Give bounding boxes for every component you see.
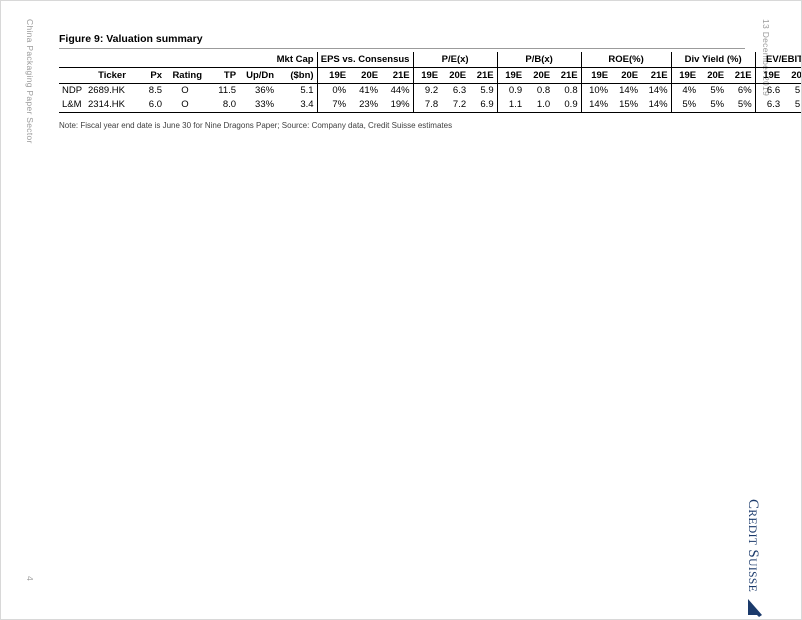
cell-mkt-cap: 3.4 [277,97,318,113]
figure-note: Note: Fiscal year end date is June 30 fo… [59,120,453,130]
group-header-mkt-cap: Mkt Cap [276,53,314,65]
cell-pe-19e: 9.2 [424,85,439,96]
col-header-ev-19e: 19E [755,66,784,84]
col-header-pb-20e: 20E [525,66,554,84]
page-number: 4 [25,576,35,581]
cell-div-21e: 5% [727,97,756,113]
col-header-pe-21e: 21E [469,66,498,84]
col-header-pe-19e: 19E [413,66,442,84]
cell-pb-21e: 0.9 [553,97,582,113]
credit-suisse-logo: CREDIT SUISSE [742,499,763,618]
col-header-mkt-cap-unit: ($bn) [277,66,318,84]
cell-rating: O [181,85,189,96]
col-header-div-20e: 20E [699,66,728,84]
col-header-div-21e: 21E [727,66,756,84]
wordmark-s: S [745,549,761,559]
cell-roe-19e: 10% [589,85,609,96]
cell-eps-21e: 44% [381,83,414,98]
running-head-sector: China Packaging Paper Sector [25,19,35,144]
cell-pb-19e: 1.1 [497,97,526,113]
cell-px: 6.0 [139,97,165,113]
cell-eps-19e: 0% [316,83,350,98]
cell-pb-20e: 0.8 [536,85,551,96]
cell-pe-20e: 7.2 [441,97,470,113]
document-page: China Packaging Paper Sector 13 December… [0,0,802,620]
cell-roe-21e: 14% [641,83,672,98]
cell-pb-21e: 0.8 [553,83,582,98]
col-header-pb-19e: 19E [497,66,526,84]
cell-div-19e: 5% [671,97,700,113]
group-header-blank [59,52,239,67]
col-header-ev-20e: 20E [783,66,801,84]
cell-eps-20e: 23% [349,97,382,113]
group-header-eps-consensus: EPS vs. Consensus [316,52,414,67]
valuation-table: Mkt Cap EPS vs. Consensus P/E(x) P/B(x) … [59,52,801,113]
cell-updn: 36% [255,85,275,96]
table-group-header-row: Mkt Cap EPS vs. Consensus P/E(x) P/B(x) … [59,52,801,67]
col-header-updn: Up/Dn [239,66,278,84]
col-header-div-19e: 19E [671,66,700,84]
cell-pe-19e: 7.8 [413,97,442,113]
cell-div-21e: 6% [727,83,756,98]
cell-eps-21e: 19% [381,97,414,113]
cell-px: 8.5 [148,85,162,96]
table-row: NDP 2689.HK 8.5 O 11.5 36% 5.1 0% 41% 44… [59,83,801,98]
cell-eps-20e: 41% [359,85,379,96]
cell-roe-20e: 15% [611,97,642,113]
cell-div-19e: 4% [682,85,697,96]
cell-roe-20e: 14% [619,85,639,96]
group-header-pe: P/E(x) [413,52,498,67]
wordmark-redit: REDIT [746,509,758,546]
col-header-pb-21e: 21E [553,66,582,84]
group-header-roe: ROE(%) [581,52,672,67]
cell-pe-21e: 6.9 [469,97,498,113]
cell-div-20e: 5% [699,97,728,113]
col-header-roe-21e: 21E [641,66,672,84]
cell-tp: 11.5 [218,85,237,96]
figure-title: Figure 9: Valuation summary [59,33,745,49]
cell-tp: 8.0 [205,97,240,113]
cell-pe-21e: 5.9 [469,83,498,98]
col-header-eps-21e: 21E [381,66,414,84]
group-header-pb: P/B(x) [497,52,582,67]
col-header-roe-20e: 20E [611,66,642,84]
group-header-div-yield: Div Yield (%) [671,52,756,67]
cell-rating: O [165,97,205,113]
col-header-pe-20e: 20E [441,66,470,84]
col-header-roe-19e: 19E [581,66,612,84]
table-row: L&M 2314.HK 6.0 O 8.0 33% 3.4 7% 23% 19%… [59,97,801,113]
cell-roe-19e: 14% [581,97,612,113]
col-header-eps-19e: 19E [316,66,350,84]
col-header-px: Px [139,66,165,84]
col-header-ticker: Ticker [85,66,139,84]
cell-eps-19e: 7% [316,97,350,113]
figure-block: Figure 9: Valuation summary Mkt Cap EPS … [59,33,801,130]
group-header-ev-ebitda: EV/EBITDA(x) [755,52,801,67]
cell-pb-20e: 1.0 [525,97,554,113]
cell-pb-19e: 0.9 [508,85,523,96]
cell-ev-20e: 5.8 [794,85,801,96]
cell-ticker: 2314.HK [85,97,139,113]
credit-suisse-wordmark: CREDIT SUISSE [744,499,761,592]
wordmark-uisse: UISSE [746,558,758,593]
cell-ev-20e: 5.7 [783,97,801,113]
col-header-rating: Rating [165,66,205,84]
cell-ticker: 2689.HK [88,85,125,96]
cell-symbol: L&M [59,97,85,113]
col-header-tp: TP [205,66,240,84]
col-header-eps-20e: 20E [349,66,382,84]
cell-symbol: NDP [62,85,83,96]
credit-suisse-sail-icon [742,598,763,618]
cell-mkt-cap: 5.1 [300,85,314,96]
cell-updn: 33% [239,97,278,113]
wordmark-c: C [745,499,761,510]
table-sub-header-row: Ticker Px Rating TP Up/Dn ($bn) 19E 20E … [59,66,801,84]
cell-ev-19e: 6.3 [755,97,784,113]
cell-ev-19e: 6.6 [766,85,781,96]
cell-pe-20e: 6.3 [452,85,467,96]
cell-roe-21e: 14% [641,97,672,113]
col-header-symbol [59,66,85,84]
cell-div-20e: 5% [710,85,725,96]
